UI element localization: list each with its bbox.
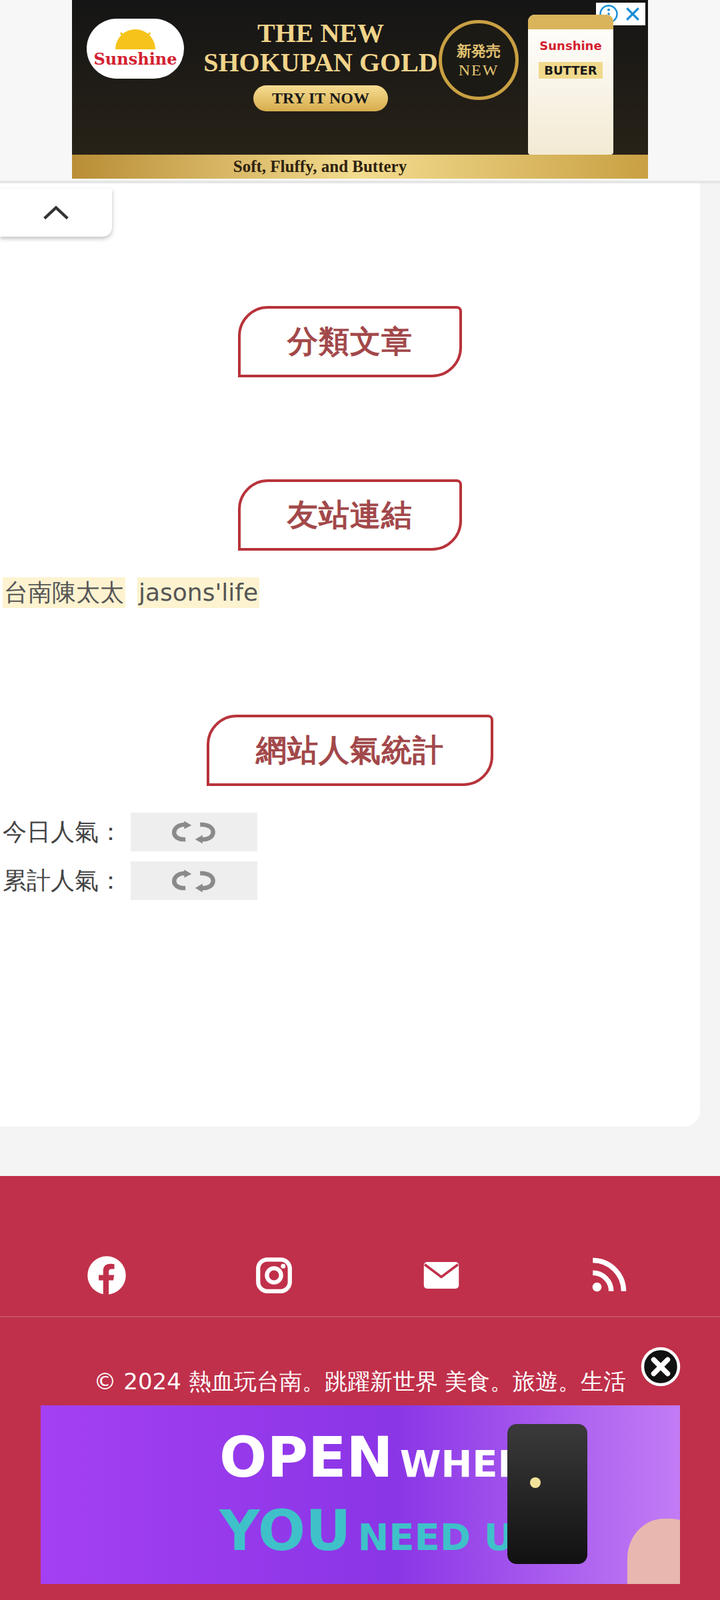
ad-tagline: Soft, Fluffy, and Buttery (72, 154, 648, 179)
bottom-ad[interactable]: OPENWHENYOUNEED US (40, 1405, 680, 1584)
friend-links: 台南陳太太 jasons'life (0, 577, 700, 608)
ad-headline: SHOKUPAN GOLD (203, 48, 438, 78)
chevron-up-icon (41, 204, 71, 222)
sun-icon (102, 29, 169, 50)
stat-row: 今日人氣： (2, 812, 700, 852)
page: Sunshine THE NEWSHOKUPAN GOLD TRY IT NOW 新発… (0, 0, 720, 1600)
close-ad-button[interactable] (640, 1346, 681, 1387)
stat-row: 累計人氣： (2, 861, 700, 900)
social-links (0, 1176, 720, 1318)
section-title: 友站連結 (238, 479, 462, 551)
friend-link[interactable]: jasons'life (137, 577, 260, 608)
sidebar-card: 分類文章友站連結台南陳太太 jasons'life 網站人氣統計今日人氣： 累計人氣： (0, 183, 700, 1127)
email-icon[interactable] (421, 1255, 462, 1296)
section-title: 分類文章 (238, 306, 462, 378)
stats-list: 今日人氣： 累計人氣： (0, 812, 700, 900)
counter-image (130, 812, 258, 852)
close-icon[interactable] (622, 4, 643, 24)
brand-logo: Sunshine (86, 18, 184, 79)
ad-headline: THE NEW (257, 18, 384, 48)
facebook-icon[interactable] (86, 1255, 127, 1296)
bread-pack: SunshineBUTTER (528, 14, 614, 155)
counter-image (130, 861, 258, 900)
device-image (507, 1424, 588, 1564)
try-button[interactable]: TRY IT NOW (253, 85, 388, 112)
copyright: © 2024 熱血玩台南。跳躍新世界 美食。旅遊。生活 (0, 1365, 720, 1398)
hand-image (627, 1518, 680, 1584)
instagram-icon[interactable] (254, 1255, 294, 1296)
back-to-top-button[interactable] (0, 188, 112, 237)
top-ad-bar: Sunshine THE NEWSHOKUPAN GOLD TRY IT NOW 新発… (0, 0, 720, 184)
top-ad[interactable]: Sunshine THE NEWSHOKUPAN GOLD TRY IT NOW 新発… (72, 0, 648, 179)
new-badge: 新発売NEW (438, 20, 519, 100)
close-icon (640, 1346, 681, 1387)
friend-link[interactable]: 台南陳太太 (2, 577, 126, 608)
section-title: 網站人氣統計 (206, 714, 494, 786)
loading-icon (157, 818, 231, 846)
loading-icon (157, 867, 231, 894)
rss-icon[interactable] (588, 1255, 629, 1296)
